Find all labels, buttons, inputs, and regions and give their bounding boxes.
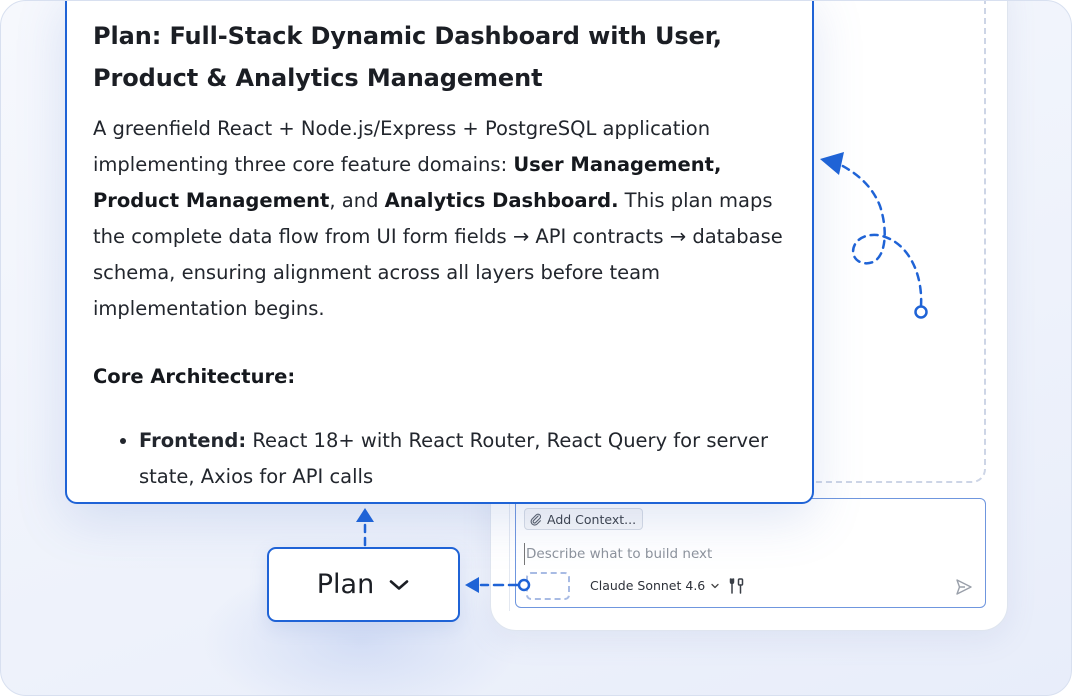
paperclip-icon <box>530 513 541 526</box>
plan-preview-card: Plan: Full-Stack Dynamic Dashboard with … <box>65 1 814 504</box>
list-item-label: Frontend: <box>139 429 247 452</box>
agent-slot[interactable] <box>526 572 570 600</box>
canvas: Add Context... Claude Sonnet 4.6 Plan: F… <box>0 0 1072 696</box>
arrow-up-head <box>356 508 374 522</box>
plan-intro: A greenfield React + Node.js/Express + P… <box>93 111 786 327</box>
plan-mode-dropdown[interactable]: Plan <box>267 547 460 622</box>
plan-title: Plan: Full-Stack Dynamic Dashboard with … <box>93 22 722 92</box>
send-icon[interactable] <box>954 577 974 597</box>
plan-intro-text: , and <box>329 189 385 212</box>
chevron-down-icon <box>389 579 409 590</box>
chevron-down-icon <box>711 583 719 588</box>
plan-mode-label: Plan <box>316 569 375 600</box>
model-selector[interactable]: Claude Sonnet 4.6 <box>590 578 720 593</box>
add-context-label: Add Context... <box>547 511 637 527</box>
section-heading: Core Architecture: <box>93 365 296 388</box>
add-context-button[interactable]: Add Context... <box>524 508 644 530</box>
architecture-list: Frontend: React 18+ with React Router, R… <box>93 423 786 495</box>
model-label: Claude Sonnet 4.6 <box>590 578 706 593</box>
plan-intro-bold: Analytics Dashboard. <box>384 189 619 212</box>
list-item: Frontend: React 18+ with React Router, R… <box>139 423 786 495</box>
tools-icon[interactable] <box>728 577 746 595</box>
prompt-input[interactable] <box>524 543 964 565</box>
chat-input-box[interactable]: Add Context... Claude Sonnet 4.6 <box>515 498 986 608</box>
